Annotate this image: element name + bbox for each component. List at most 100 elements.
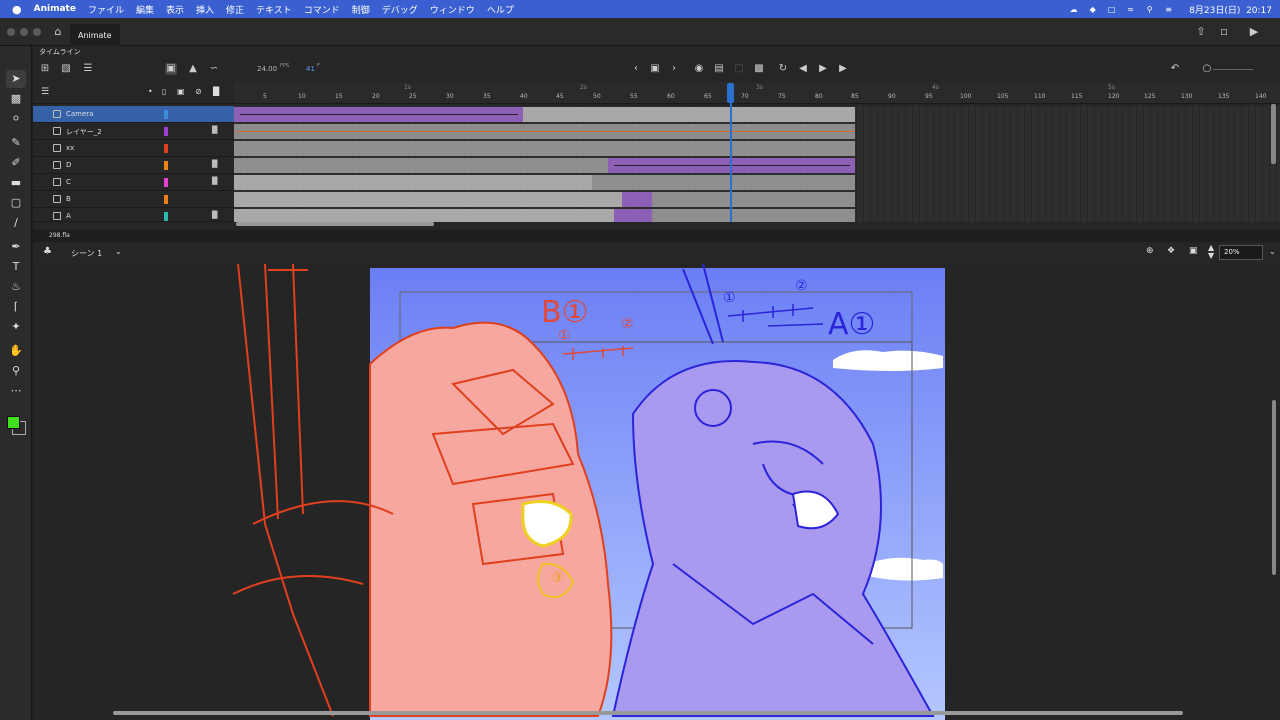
center-frame-icon[interactable]: ↶: [1169, 63, 1181, 75]
layer-row[interactable]: xx: [33, 140, 234, 157]
frame-row[interactable]: [234, 191, 1280, 208]
zoom-dropdown-icon[interactable]: ⌄: [1269, 247, 1276, 256]
selection-icon[interactable]: ➤: [6, 70, 26, 88]
menu-modify[interactable]: 修正: [220, 3, 250, 16]
minimize-window-button[interactable]: [20, 28, 28, 36]
tween-icon[interactable]: ▩: [753, 63, 765, 75]
play-icon[interactable]: ▶: [1248, 26, 1260, 38]
eyedropper-icon[interactable]: ⌈: [6, 298, 26, 316]
layer-row[interactable]: B: [33, 191, 234, 208]
layer-color-chip[interactable]: [164, 212, 168, 221]
new-layer-icon[interactable]: ⊞: [39, 63, 51, 75]
lock-icon[interactable]: █: [212, 126, 217, 134]
onion-skin-icon[interactable]: ◉: [693, 63, 705, 75]
frame-span[interactable]: [652, 192, 855, 207]
fill-color-swatch[interactable]: [7, 416, 20, 429]
apple-icon[interactable]: ●: [0, 3, 28, 16]
layer-color-chip[interactable]: [164, 178, 168, 187]
scene-label[interactable]: シーン 1: [71, 248, 102, 259]
hand-icon[interactable]: ✋: [6, 342, 26, 360]
layer-row[interactable]: A █: [33, 208, 234, 222]
free-transform-icon[interactable]: ▩: [6, 90, 26, 108]
spotlight-icon[interactable]: ⚲: [1143, 4, 1156, 15]
frame-span[interactable]: [592, 175, 855, 190]
pin-icon[interactable]: ✦: [6, 318, 26, 336]
frame-span[interactable]: [652, 209, 855, 222]
app-menu[interactable]: Animate: [28, 4, 82, 14]
menu-view[interactable]: 表示: [160, 3, 190, 16]
lock-header-icon[interactable]: █: [213, 87, 219, 96]
layer-row[interactable]: レイヤー_2 █: [33, 123, 234, 140]
timeline-play-icon[interactable]: ▶: [817, 63, 829, 75]
graph-icon[interactable]: ∽: [208, 63, 220, 75]
layer-color-chip[interactable]: [164, 195, 168, 204]
menu-control[interactable]: 制御: [346, 3, 376, 16]
playhead-line[interactable]: [730, 83, 732, 222]
timeline-vertical-scrollbar[interactable]: [1271, 104, 1276, 164]
frame-span[interactable]: [523, 107, 855, 122]
frame-row[interactable]: [234, 123, 1280, 140]
cloud-sync-icon[interactable]: ☁: [1067, 4, 1080, 15]
stage-vertical-scrollbar[interactable]: [1272, 400, 1276, 575]
step-back-icon[interactable]: ◀: [797, 63, 809, 75]
k-app-icon[interactable]: ◆: [1086, 4, 1099, 15]
frame-row[interactable]: [234, 174, 1280, 191]
frame-row[interactable]: [234, 208, 1280, 222]
layer-color-chip[interactable]: [164, 161, 168, 170]
layer-row[interactable]: D █: [33, 157, 234, 174]
more-icon[interactable]: ⋯: [6, 382, 26, 400]
lock-icon[interactable]: █: [212, 160, 217, 168]
clear-keyframe-icon[interactable]: □: [733, 63, 745, 75]
layer-color-chip[interactable]: [164, 110, 168, 119]
stage-canvas[interactable]: ③ B① ① ② A① ① ②: [33, 264, 1280, 720]
line-icon[interactable]: ∕: [6, 214, 26, 232]
panel-icon[interactable]: ▫: [1218, 26, 1230, 38]
home-icon[interactable]: ⌂: [52, 26, 64, 38]
lock-icon[interactable]: █: [212, 211, 217, 219]
visibility-icon[interactable]: ⊘: [195, 87, 202, 96]
menu-file[interactable]: ファイル: [82, 3, 130, 16]
layers-icon[interactable]: ☰: [41, 87, 49, 97]
frame-span[interactable]: [234, 192, 622, 207]
timeline-zoom-slider[interactable]: [1213, 69, 1253, 70]
insert-keyframe-icon[interactable]: ▤: [713, 63, 725, 75]
frame-row[interactable]: [234, 106, 1280, 123]
menu-insert[interactable]: 挿入: [190, 3, 220, 16]
camera-attach-icon[interactable]: ▣: [177, 87, 185, 96]
layer-row-camera[interactable]: Camera: [33, 106, 234, 123]
camera-icon[interactable]: ▣: [165, 63, 177, 75]
clip-stage-icon[interactable]: ▣: [1189, 246, 1198, 256]
frame-span[interactable]: [234, 158, 608, 173]
zoom-slider-icon[interactable]: ○: [1201, 63, 1213, 75]
zoom-stepper-icon[interactable]: ▲ ▼: [1208, 244, 1214, 260]
fps-value[interactable]: 24.00: [257, 65, 277, 73]
text-icon[interactable]: T: [6, 258, 26, 276]
stage-horizontal-scrollbar[interactable]: [113, 711, 1183, 715]
zoom-icon[interactable]: ⚲: [6, 362, 26, 380]
outline-icon[interactable]: ▯: [162, 87, 166, 96]
tween-span[interactable]: [622, 192, 652, 207]
current-frame[interactable]: 41: [306, 65, 315, 73]
highlight-icon[interactable]: •: [148, 87, 153, 96]
menu-help[interactable]: ヘルプ: [481, 3, 520, 16]
rectangle-icon[interactable]: ▢: [6, 194, 26, 212]
paint-bucket-icon[interactable]: ♨: [6, 278, 26, 296]
menu-edit[interactable]: 編集: [130, 3, 160, 16]
layer-color-chip[interactable]: [164, 144, 168, 153]
tween-span[interactable]: [614, 209, 652, 222]
lasso-icon[interactable]: ⚪: [6, 110, 26, 128]
prev-keyframe-icon[interactable]: ‹: [630, 63, 642, 75]
menu-text[interactable]: テキスト: [250, 3, 298, 16]
lock-icon[interactable]: █: [212, 177, 217, 185]
folder-icon[interactable]: ▧: [60, 63, 72, 75]
eraser-icon[interactable]: ▬: [6, 174, 26, 192]
paint-brush-icon[interactable]: ✐: [6, 154, 26, 172]
menu-window[interactable]: ウィンドウ: [424, 3, 481, 16]
pen-icon[interactable]: ✒: [6, 238, 26, 256]
center-stage-icon[interactable]: ⊕: [1146, 246, 1154, 256]
frame-row[interactable]: [234, 140, 1280, 157]
layer-color-chip[interactable]: [164, 127, 168, 136]
menu-commands[interactable]: コマンド: [298, 3, 346, 16]
timeline-horizontal-scrollbar[interactable]: [236, 222, 434, 226]
brush-icon[interactable]: ✎: [6, 134, 26, 152]
